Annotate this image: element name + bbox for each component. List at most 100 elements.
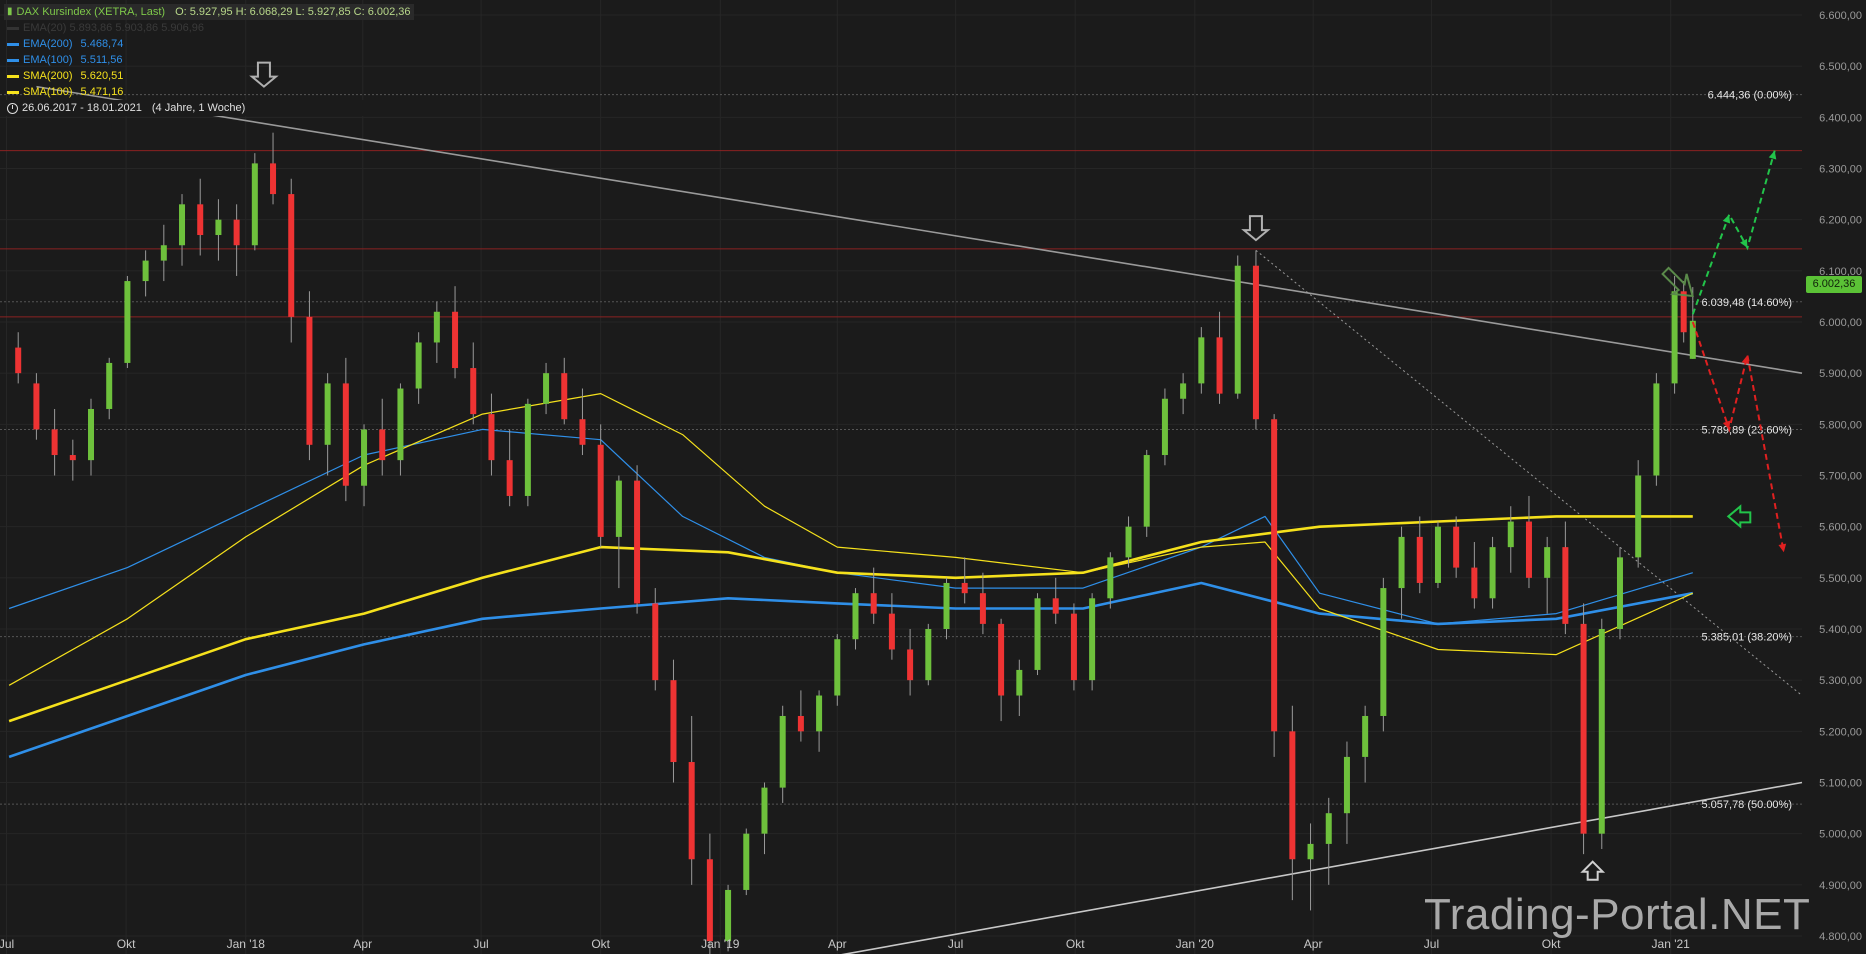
watermark: Trading-Portal.NET: [1424, 890, 1811, 939]
y-tick-label: 5.900,00: [1819, 368, 1862, 380]
legend-ema200[interactable]: EMA(200) 5.468,74: [4, 36, 414, 52]
candle-up: [1343, 756, 1350, 814]
legend-ema200-label: EMA(200): [23, 38, 73, 50]
candle-down: [288, 194, 295, 317]
x-tick-label: Apr: [1304, 937, 1323, 951]
candle-up: [1671, 291, 1678, 384]
candle-up: [1616, 557, 1623, 629]
candle-up: [943, 582, 950, 629]
candle-down: [1562, 547, 1569, 624]
x-tick-label: Okt: [117, 937, 136, 951]
candle-up: [1653, 383, 1660, 476]
y-tick-label: 6.300,00: [1819, 164, 1862, 176]
candle-up: [1125, 526, 1132, 558]
legend-hidden-text: EMA(20) 5.893,86 5.903,86 5.906,96: [23, 22, 205, 34]
candle-down: [1271, 419, 1278, 732]
candle-up: [615, 480, 622, 537]
candle-up: [1307, 843, 1314, 860]
y-tick-label: 5.200,00: [1819, 726, 1862, 738]
candle-down: [579, 419, 586, 445]
legend-sma100[interactable]: SMA(100) 5.471,16: [4, 84, 414, 100]
candle-up: [761, 787, 768, 834]
candle-up: [725, 889, 732, 942]
x-tick-label: Jan '20: [1176, 937, 1215, 951]
candle-down: [652, 603, 659, 681]
arrow-up-icon: [1580, 860, 1606, 881]
candle-down: [1252, 265, 1259, 420]
legend-range-row: 26.06.2017 - 18.01.2021 (4 Jahre, 1 Woch…: [4, 100, 414, 116]
forecast-path: [1691, 150, 1776, 315]
candle-down: [1289, 731, 1296, 860]
candle-down: [706, 859, 713, 942]
candle-up: [433, 311, 440, 343]
candle-down: [306, 316, 313, 445]
x-tick-label: Okt: [591, 937, 610, 951]
forecast-arrowhead: [1722, 214, 1731, 224]
candle-down: [270, 163, 277, 195]
candle-down: [1052, 598, 1059, 614]
arrow-down-left-icon: [1661, 266, 1694, 298]
candle-up: [1198, 337, 1205, 384]
candle-icon: ▮: [7, 6, 13, 17]
candle-up: [1234, 265, 1241, 394]
candle-up: [1398, 536, 1405, 589]
candle-up: [1507, 521, 1514, 548]
candle-down: [998, 623, 1005, 696]
legend-sma200[interactable]: SMA(200) 5.620,51: [4, 68, 414, 84]
candle-down: [870, 593, 877, 614]
y-tick-label: 6.400,00: [1819, 112, 1862, 124]
candle-up: [925, 629, 932, 681]
arrow-left-icon: [1726, 504, 1752, 529]
x-tick-label: Jan '18: [227, 937, 266, 951]
candle-up: [106, 362, 113, 409]
y-tick-label: 5.600,00: [1819, 522, 1862, 534]
indicator-line-ema200: [8, 581, 1694, 759]
candle-down: [670, 680, 677, 763]
candle-down: [797, 715, 804, 732]
y-tick-label: 6.000,00: [1819, 317, 1862, 329]
candle-down: [1070, 613, 1077, 681]
candle-up: [160, 245, 167, 261]
candle-down: [597, 444, 604, 537]
candle-up: [1325, 813, 1332, 844]
candle-up: [743, 833, 750, 890]
legend-sma100-value: 5.471,16: [80, 86, 124, 98]
candle-up: [1362, 715, 1369, 757]
candle-up: [88, 408, 95, 461]
fib-level-label: 5.385,01 (38.20%): [1701, 632, 1792, 644]
last-price-badge: 6.002,36: [1806, 276, 1862, 293]
y-tick-label: 4.800,00: [1819, 931, 1862, 943]
candle-down: [69, 455, 76, 461]
legend-ohlc: O: 5.927,95 H: 6.068,29 L: 5.927,85 C: 6…: [175, 6, 411, 18]
candle-down: [888, 613, 895, 650]
candle-up: [1489, 547, 1496, 599]
candle-up: [1016, 669, 1023, 696]
fib-level-label: 5.789,89 (23.60%): [1701, 425, 1792, 437]
y-tick-label: 5.700,00: [1819, 471, 1862, 483]
candle-up: [1544, 547, 1551, 578]
candle-up: [1180, 383, 1187, 399]
candle-up: [361, 429, 368, 486]
chart-canvas: 6.444,36 (0.00%) 6.039,48 (14.60%) 5.789,8…: [0, 0, 1862, 954]
y-tick-label: 5.100,00: [1819, 778, 1862, 790]
candle-up: [1380, 588, 1387, 716]
candle-down: [51, 429, 58, 456]
trendline: [36, 85, 1803, 374]
legend-ema100[interactable]: EMA(100) 5.511,56: [4, 52, 414, 68]
candle-down: [561, 373, 568, 420]
clock-icon: [7, 102, 18, 114]
x-tick-label: Jul: [473, 937, 488, 951]
candle-up: [1161, 398, 1168, 456]
candle-up: [1089, 598, 1096, 681]
forecast-path: [1691, 321, 1785, 553]
candle-down: [961, 582, 968, 594]
fib-level-label: 5.057,78 (50.00%): [1701, 799, 1792, 811]
candle-down: [452, 311, 459, 369]
candle-up: [324, 383, 331, 445]
candle-up: [215, 219, 222, 236]
candle-up: [1107, 557, 1114, 599]
legend-sma200-label: SMA(200): [23, 70, 73, 82]
chart-root: 6.444,36 (0.00%) 6.039,48 (14.60%) 5.789,8…: [0, 0, 1866, 954]
candle-up: [415, 342, 422, 389]
candle-down: [1525, 521, 1532, 578]
